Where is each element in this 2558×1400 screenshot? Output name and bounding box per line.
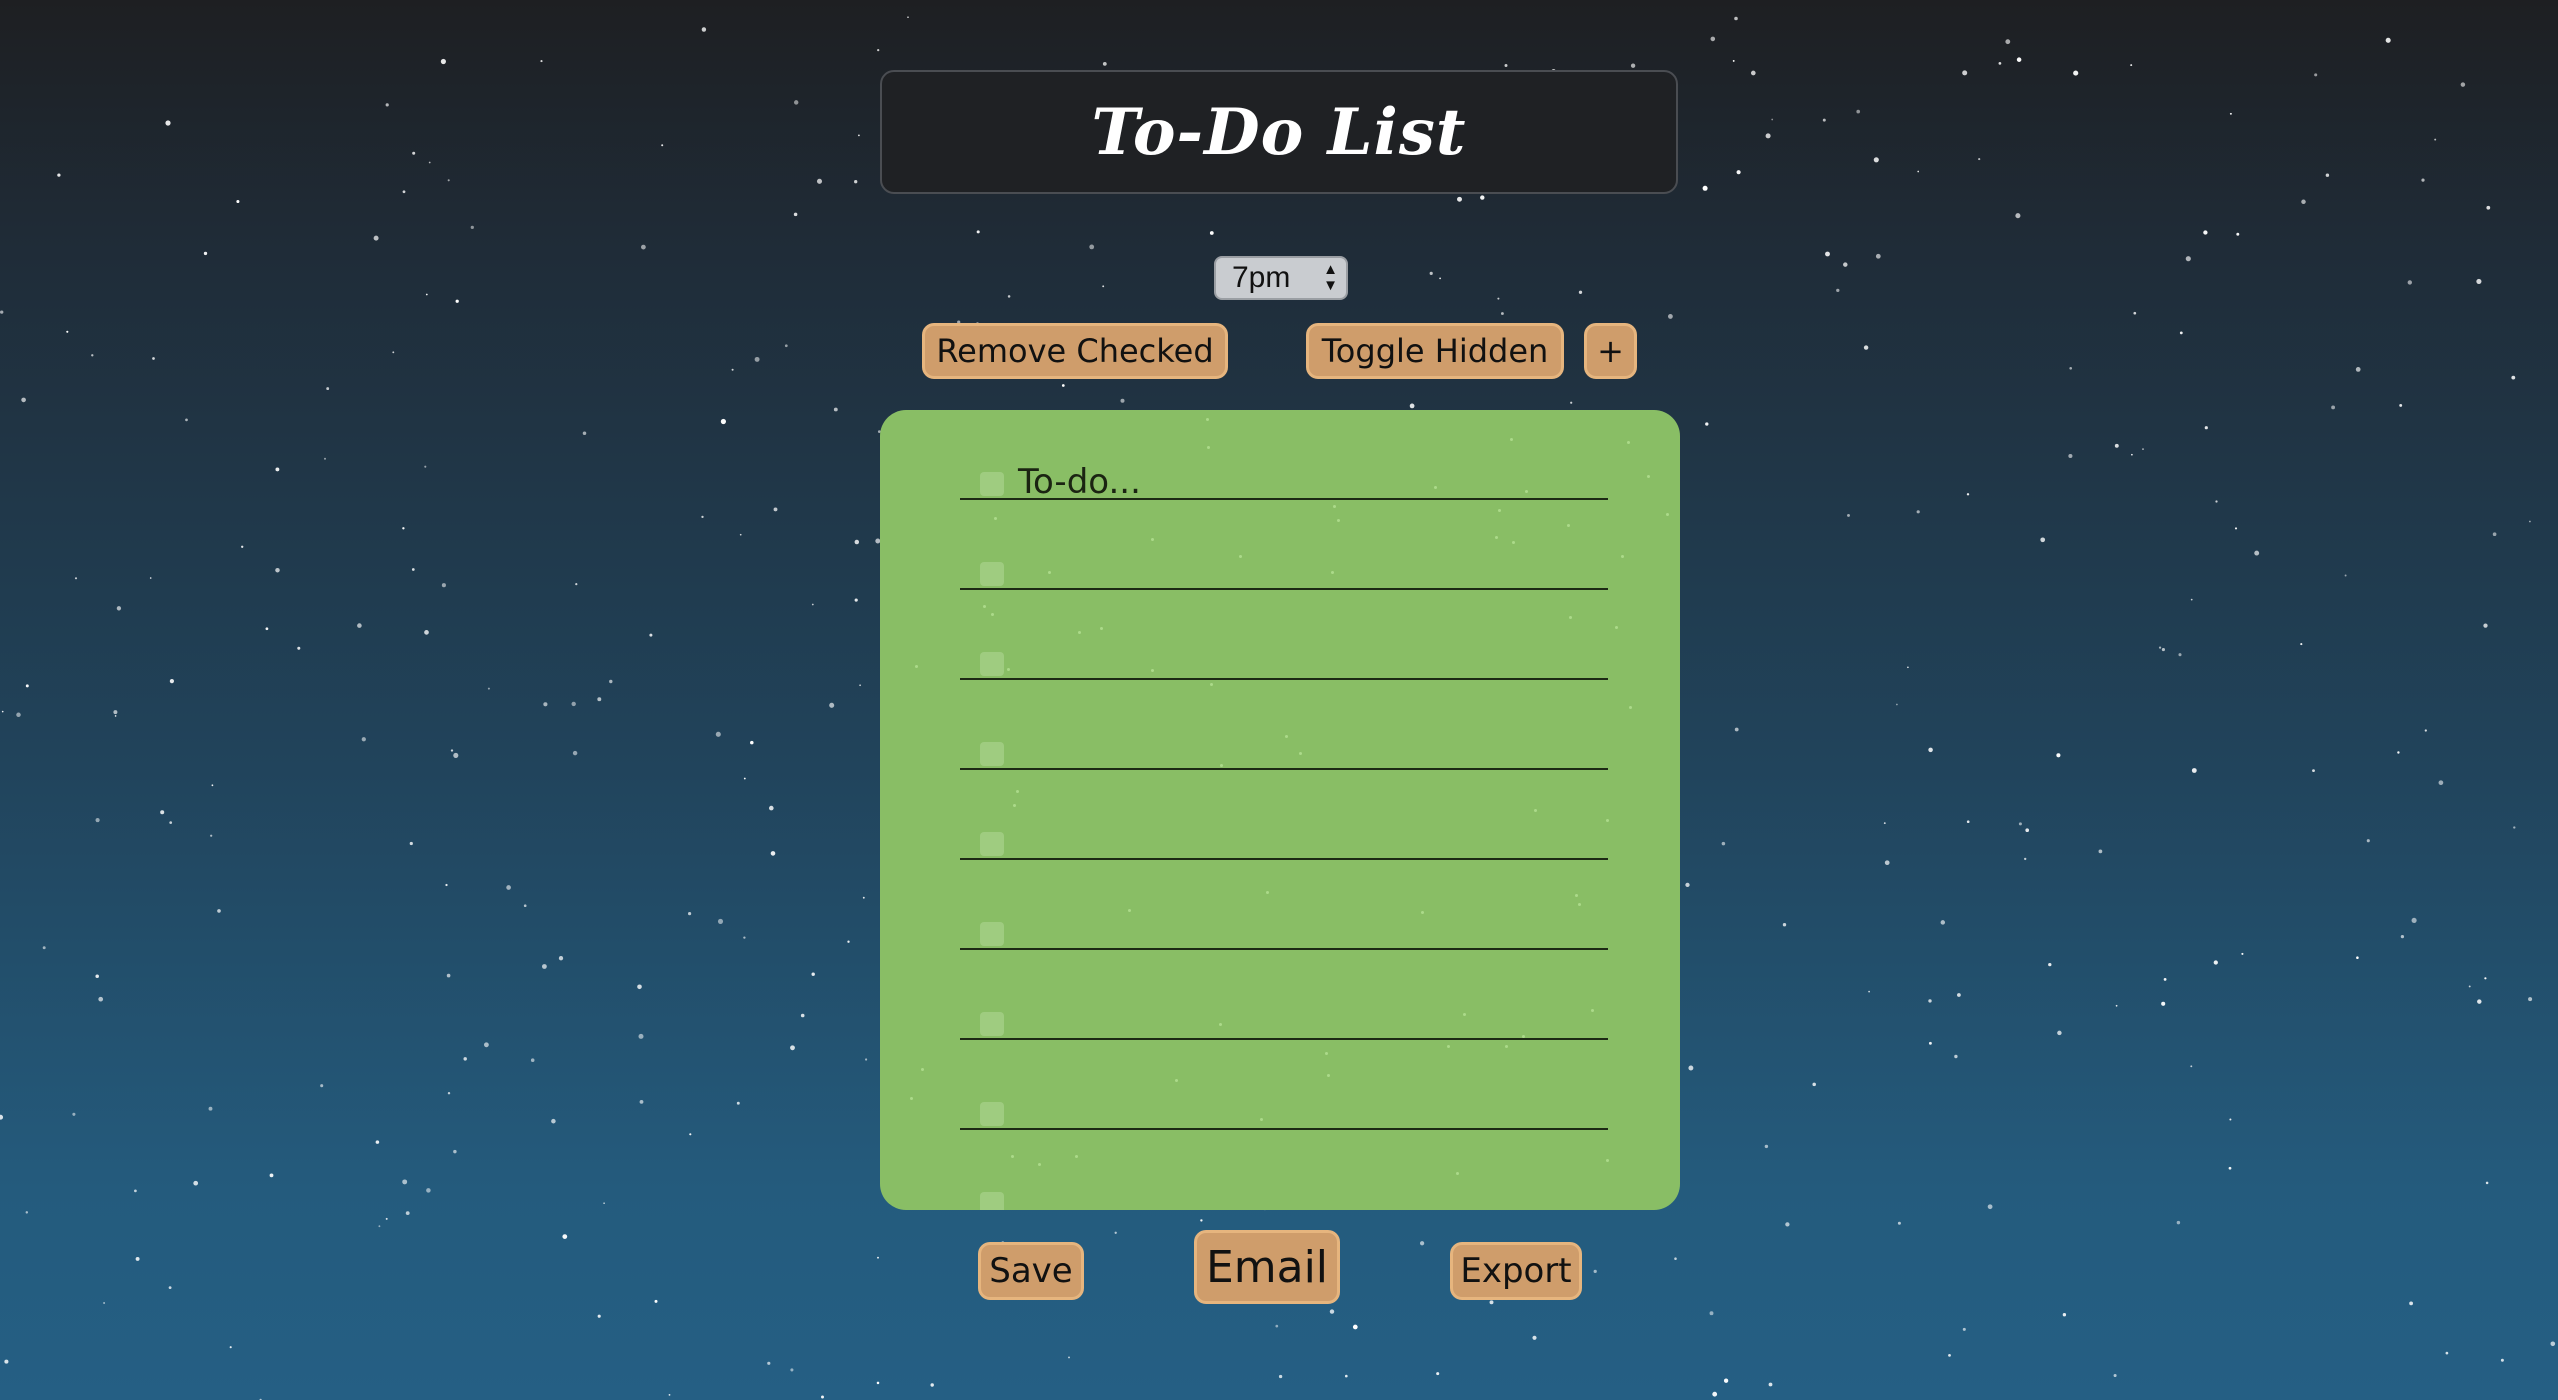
card-speck (1210, 683, 1213, 686)
card-speck (1463, 1013, 1466, 1016)
card-speck (1220, 764, 1223, 767)
card-speck (994, 517, 997, 520)
card-speck (1666, 513, 1669, 516)
save-button[interactable]: Save (978, 1242, 1084, 1300)
card-speck (1078, 631, 1081, 634)
card-speck (1013, 804, 1016, 807)
time-select[interactable]: 7pm ▲ ▼ (1214, 256, 1348, 300)
card-speck (1505, 1045, 1508, 1048)
card-speck (1575, 894, 1578, 897)
list-item[interactable] (960, 950, 1608, 1040)
card-speck (1206, 418, 1209, 421)
list-item[interactable] (960, 680, 1608, 770)
card-speck (1207, 446, 1210, 449)
email-button[interactable]: Email (1194, 1230, 1340, 1304)
card-speck (1447, 1045, 1450, 1048)
card-speck (921, 1068, 924, 1071)
list-item[interactable] (960, 860, 1608, 950)
card-speck (1128, 909, 1131, 912)
card-speck (1151, 538, 1154, 541)
card-speck (1333, 505, 1336, 508)
card-speck (1100, 627, 1103, 630)
select-arrows-icon: ▲ ▼ (1323, 261, 1338, 294)
card-speck (1048, 571, 1051, 574)
card-speck (1606, 1159, 1609, 1162)
card-speck (1260, 1118, 1263, 1121)
card-speck (1038, 1163, 1041, 1166)
card-speck (915, 665, 918, 668)
list-item[interactable]: To-do... (960, 410, 1608, 502)
card-speck (1266, 891, 1269, 894)
card-speck (1299, 752, 1302, 755)
item-text[interactable]: To-do... (1018, 462, 1141, 502)
card-speck (1219, 1023, 1222, 1026)
card-speck (1591, 1009, 1594, 1012)
card-speck (1627, 441, 1630, 444)
card-speck (1075, 1155, 1078, 1158)
card-speck (1512, 541, 1515, 544)
card-speck (1525, 490, 1528, 493)
item-checkbox[interactable] (980, 1102, 1004, 1126)
card-speck (1007, 668, 1010, 671)
item-checkbox[interactable] (980, 562, 1004, 586)
card-speck (1011, 1155, 1014, 1158)
card-speck (1456, 1172, 1459, 1175)
card-speck (1325, 1052, 1328, 1055)
card-speck (1434, 486, 1437, 489)
card-speck (1498, 509, 1501, 512)
page-title: To-Do List (1091, 94, 1467, 170)
card-speck (1567, 524, 1570, 527)
card-speck (1285, 735, 1288, 738)
card-speck (1621, 555, 1624, 558)
item-checkbox[interactable] (980, 742, 1004, 766)
card-speck (991, 613, 994, 616)
card-speck (1175, 1079, 1178, 1082)
add-item-button[interactable]: + (1584, 323, 1637, 379)
card-speck (983, 605, 986, 608)
remove-checked-button[interactable]: Remove Checked (922, 323, 1228, 379)
item-checkbox[interactable] (980, 652, 1004, 676)
card-speck (1615, 626, 1618, 629)
card-speck (1327, 1074, 1330, 1077)
list-item[interactable] (960, 1130, 1608, 1210)
title-banner: To-Do List (880, 70, 1678, 194)
list-item[interactable] (960, 590, 1608, 680)
time-select-value: 7pm (1232, 261, 1291, 294)
list-item[interactable] (960, 770, 1608, 860)
card-speck (1510, 438, 1513, 441)
card-speck (1578, 903, 1581, 906)
item-checkbox[interactable] (980, 1012, 1004, 1036)
item-checkbox[interactable] (980, 472, 1004, 496)
card-speck (1337, 519, 1340, 522)
card-speck (1331, 571, 1334, 574)
card-speck (1606, 819, 1609, 822)
item-checkbox[interactable] (980, 832, 1004, 856)
item-checkbox[interactable] (980, 1192, 1004, 1210)
card-speck (1569, 616, 1572, 619)
toggle-hidden-button[interactable]: Toggle Hidden (1306, 323, 1564, 379)
card-speck (1629, 706, 1632, 709)
export-button[interactable]: Export (1450, 1242, 1582, 1300)
list-item[interactable] (960, 1040, 1608, 1130)
card-speck (1495, 536, 1498, 539)
list-item[interactable] (960, 500, 1608, 590)
card-speck (1522, 1035, 1525, 1038)
card-speck (1239, 555, 1242, 558)
todo-list: To-do... (880, 410, 1680, 1210)
card-speck (1421, 911, 1424, 914)
card-speck (1016, 790, 1019, 793)
card-speck (1534, 809, 1537, 812)
card-speck (1647, 475, 1650, 478)
item-checkbox[interactable] (980, 922, 1004, 946)
card-speck (1151, 669, 1154, 672)
card-speck (910, 1097, 913, 1100)
